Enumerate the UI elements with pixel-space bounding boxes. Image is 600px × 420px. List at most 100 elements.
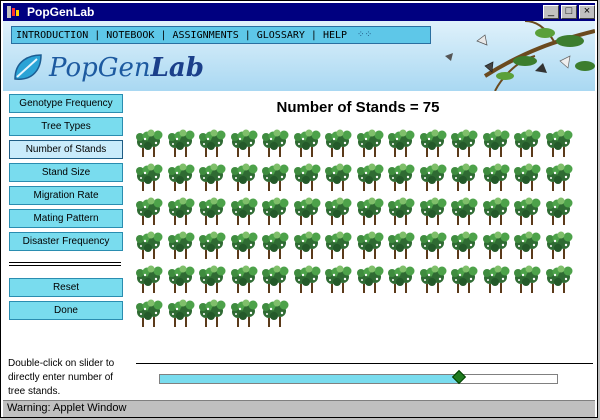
- tree-stand-icon: [514, 129, 541, 157]
- tree-stands-grid: [136, 128, 580, 331]
- tree-stand-icon: [230, 231, 257, 259]
- tree-stand-icon: [293, 129, 320, 157]
- nav-assignments[interactable]: ASSIGNMENTS: [172, 30, 238, 41]
- tree-stand-icon: [388, 129, 415, 157]
- tree-stand-icon: [167, 299, 194, 327]
- tree-stand-icon: [199, 299, 226, 327]
- status-bar: Warning: Applet Window: [3, 400, 595, 417]
- tree-stand-icon: [356, 231, 383, 259]
- tree-stand-icon: [356, 265, 383, 293]
- logo-leaf-icon: [14, 54, 42, 80]
- tree-stand-icon: [419, 129, 446, 157]
- tree-branches-decoration: [445, 21, 595, 91]
- tree-stand-icon: [451, 231, 478, 259]
- tree-stand-icon: [419, 163, 446, 191]
- tree-stand-icon: [167, 265, 194, 293]
- tree-stand-icon: [230, 163, 257, 191]
- nav-separator: |: [310, 29, 317, 41]
- tree-stand-icon: [545, 231, 572, 259]
- tree-stand-icon: [545, 197, 572, 225]
- logo-text: PopGenLab: [49, 53, 204, 83]
- menu-stand-size-button[interactable]: Stand Size: [9, 163, 123, 182]
- nav-introduction[interactable]: INTRODUCTION: [16, 30, 88, 41]
- tree-stand-icon: [262, 231, 289, 259]
- done-button[interactable]: Done: [9, 301, 123, 320]
- tree-stand-icon: [388, 197, 415, 225]
- tree-stand-icon: [136, 163, 163, 191]
- reset-button[interactable]: Reset: [9, 278, 123, 297]
- tree-stand-icon: [419, 231, 446, 259]
- tree-stand-icon: [482, 129, 509, 157]
- tree-stand-icon: [293, 231, 320, 259]
- tree-stand-icon: [451, 129, 478, 157]
- slider-help-text: Double-click on slider to directly enter…: [8, 358, 115, 397]
- slider-fill: [160, 375, 458, 383]
- tree-stand-icon: [451, 163, 478, 191]
- applet-window: PopGenLab _ □ × INTRODUCTION | NOTEBOOK …: [0, 0, 598, 418]
- stands-slider[interactable]: [159, 369, 558, 385]
- dots-icon: ⁘⁘: [357, 30, 373, 40]
- tree-stand-icon: [482, 197, 509, 225]
- tree-stand-icon: [262, 197, 289, 225]
- tree-stand-icon: [356, 129, 383, 157]
- tree-stand-icon: [545, 129, 572, 157]
- logo: PopGenLab: [11, 48, 204, 88]
- tree-stand-icon: [199, 197, 226, 225]
- tree-stand-icon: [199, 129, 226, 157]
- tree-stand-icon: [167, 197, 194, 225]
- tree-stand-icon: [514, 163, 541, 191]
- tree-stand-icon: [545, 265, 572, 293]
- tree-stand-icon: [230, 265, 257, 293]
- tree-stand-icon: [199, 231, 226, 259]
- tree-stand-icon: [388, 265, 415, 293]
- close-button[interactable]: ×: [579, 5, 595, 19]
- tree-stand-icon: [199, 265, 226, 293]
- menu-divider: [9, 262, 121, 266]
- tree-stand-icon: [325, 265, 352, 293]
- tree-stand-icon: [451, 197, 478, 225]
- menu-mating-pattern-button[interactable]: Mating Pattern: [9, 209, 123, 228]
- title-bar[interactable]: PopGenLab _ □ ×: [3, 3, 595, 21]
- tree-stand-icon: [293, 197, 320, 225]
- maximize-button[interactable]: □: [561, 5, 577, 19]
- top-nav: INTRODUCTION | NOTEBOOK | ASSIGNMENTS | …: [11, 26, 431, 44]
- tree-stand-icon: [356, 197, 383, 225]
- tree-stand-icon: [388, 231, 415, 259]
- minimize-button[interactable]: _: [543, 5, 559, 19]
- menu-tree-types-button[interactable]: Tree Types: [9, 117, 123, 136]
- nav-glossary[interactable]: GLOSSARY: [257, 30, 305, 41]
- tree-stand-icon: [230, 129, 257, 157]
- tree-stand-icon: [388, 163, 415, 191]
- tree-stand-icon: [262, 299, 289, 327]
- tree-stand-icon: [293, 265, 320, 293]
- window-title: PopGenLab: [27, 5, 95, 19]
- nav-separator: |: [160, 29, 167, 41]
- menu-migration-rate-button[interactable]: Migration Rate: [9, 186, 123, 205]
- nav-separator: |: [244, 29, 251, 41]
- tree-stand-icon: [136, 197, 163, 225]
- menu-number-of-stands-button[interactable]: Number of Stands: [9, 140, 123, 159]
- tree-stand-icon: [136, 265, 163, 293]
- nav-help[interactable]: HELP: [323, 30, 347, 41]
- tree-stand-icon: [167, 163, 194, 191]
- tree-stand-icon: [325, 163, 352, 191]
- tree-stand-icon: [199, 163, 226, 191]
- tree-stand-icon: [262, 129, 289, 157]
- slider-divider: [136, 363, 593, 364]
- tree-stand-icon: [482, 265, 509, 293]
- tree-stand-icon: [325, 231, 352, 259]
- tree-stand-icon: [230, 197, 257, 225]
- tree-stand-icon: [482, 163, 509, 191]
- tree-stand-icon: [167, 231, 194, 259]
- tree-stand-icon: [514, 231, 541, 259]
- tree-stand-icon: [136, 299, 163, 327]
- tree-stand-icon: [230, 299, 257, 327]
- tree-stand-icon: [482, 231, 509, 259]
- menu-disaster-frequency-button[interactable]: Disaster Frequency: [9, 232, 123, 251]
- menu-genotype-frequency-button[interactable]: Genotype Frequency: [9, 94, 123, 113]
- nav-notebook[interactable]: NOTEBOOK: [106, 30, 154, 41]
- tree-stand-icon: [419, 197, 446, 225]
- app-icon: [7, 6, 19, 18]
- tree-stand-icon: [167, 129, 194, 157]
- tree-stand-icon: [419, 265, 446, 293]
